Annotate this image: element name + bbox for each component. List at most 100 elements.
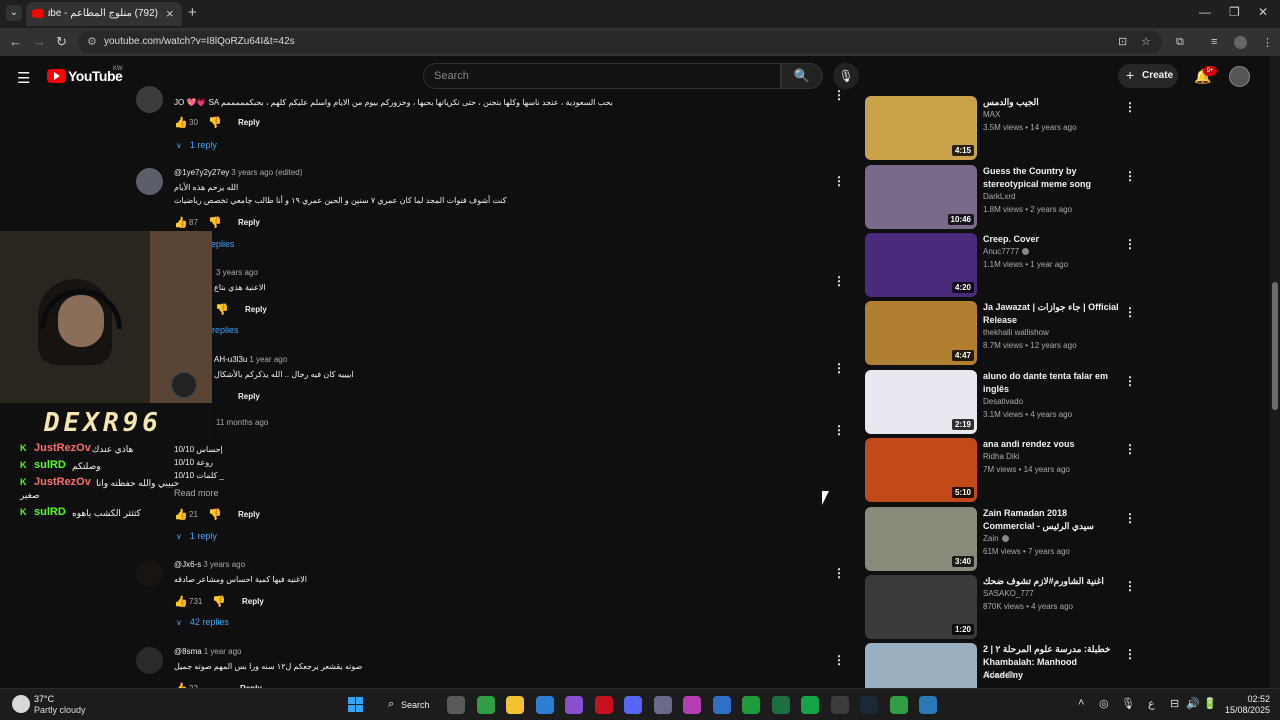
video-more-icon[interactable]: ⋮: [1124, 237, 1136, 251]
reply-button[interactable]: Reply: [238, 218, 260, 227]
recommended-video[interactable]: 5:10 ana andi rendez vous Ridha Diki 7M vie…: [865, 438, 1137, 502]
maximize-icon[interactable]: ❐: [1229, 5, 1240, 19]
video-thumbnail[interactable]: 3:40: [865, 507, 977, 571]
tray-mic-icon[interactable]: 🎙: [1121, 697, 1135, 710]
reply-button[interactable]: Reply: [245, 305, 267, 314]
recommended-video[interactable]: 1:20 اغنية الشاورم#لازم تشوف ضحك SASAKO_77…: [865, 575, 1137, 639]
comment-avatar[interactable]: [136, 168, 163, 195]
close-window-icon[interactable]: ✕: [1258, 5, 1268, 19]
video-more-icon[interactable]: ⋮: [1124, 647, 1136, 661]
video-title[interactable]: ana andi rendez vous: [983, 438, 1119, 451]
comment-time[interactable]: 3 years ago: [203, 560, 245, 569]
browser-tab[interactable]: (792) منلوج المطاعم - YouTube ×: [26, 2, 182, 26]
view-replies-button[interactable]: ∨ 42 replies: [176, 617, 229, 627]
channel-name[interactable]: Desativado: [983, 397, 1023, 406]
file-explorer-icon[interactable]: [506, 696, 524, 714]
comment-time[interactable]: 1 year ago: [204, 647, 242, 656]
video-title[interactable]: Ja Jawazat | جاء جوازات | Official Relea…: [983, 301, 1119, 327]
video-more-icon[interactable]: ⋮: [1124, 442, 1136, 456]
video-title[interactable]: Zain Ramadan 2018 Commercial - سيدي الرئ…: [983, 507, 1119, 533]
discord-icon[interactable]: [624, 696, 642, 714]
tab-search-icon[interactable]: ⌄: [6, 5, 22, 21]
channel-name[interactable]: Ridha Diki: [983, 452, 1019, 461]
comment-time[interactable]: 3 years ago: [216, 268, 258, 277]
chrome-icon[interactable]: [476, 696, 495, 714]
view-replies-button[interactable]: ∨ 1 reply: [176, 140, 217, 150]
video-title[interactable]: aluno do dante tenta falar em inglês: [983, 370, 1119, 396]
like-icon[interactable]: 👍: [174, 595, 188, 608]
dislike-icon[interactable]: 👎: [208, 116, 222, 129]
video-more-icon[interactable]: ⋮: [1124, 374, 1136, 388]
terminal-icon[interactable]: [919, 696, 937, 714]
view-replies-button[interactable]: replies: [212, 325, 239, 335]
channel-name[interactable]: DarkLxrd: [983, 192, 1015, 201]
new-tab-icon[interactable]: +: [188, 4, 197, 21]
reply-button[interactable]: Reply: [238, 392, 260, 401]
clock-time[interactable]: 02:52: [1220, 694, 1270, 704]
recommended-video[interactable]: 4:47 Ja Jawazat | جاء جوازات | Official R…: [865, 301, 1137, 365]
video-more-icon[interactable]: ⋮: [1124, 305, 1136, 319]
account-avatar[interactable]: [1229, 66, 1250, 87]
site-info-icon[interactable]: ⚙: [87, 35, 97, 48]
media-icon[interactable]: ≡: [1211, 36, 1217, 48]
back-icon[interactable]: ←: [9, 34, 22, 49]
comment-author[interactable]: @Jx6-s: [174, 560, 201, 569]
green-app-icon[interactable]: [801, 696, 819, 714]
comment-more-icon[interactable]: ⋮: [833, 174, 845, 188]
browser-menu-icon[interactable]: ⋮: [1262, 36, 1273, 49]
excel-icon[interactable]: [771, 696, 790, 714]
create-button[interactable]: + Create: [1118, 64, 1178, 88]
store-icon[interactable]: [535, 696, 554, 714]
edge-app-icon[interactable]: [712, 696, 731, 714]
recommended-video[interactable]: 3:40 Zain Ramadan 2018 Commercial - سيدي …: [865, 507, 1137, 571]
dislike-icon[interactable]: 👎: [208, 216, 222, 229]
like-icon[interactable]: 👍: [174, 216, 188, 229]
video-title[interactable]: اغنية الشاورم#لازم تشوف ضحك: [983, 575, 1119, 588]
search-input[interactable]: Search: [423, 63, 781, 89]
search-button[interactable]: 🔍: [781, 63, 823, 89]
extensions-icon[interactable]: ⧉: [1176, 36, 1184, 49]
clock-date[interactable]: 15/08/2025: [1220, 705, 1270, 715]
weather-description[interactable]: Partly cloudy: [34, 705, 86, 715]
video-thumbnail[interactable]: 4:15: [865, 96, 977, 160]
windows-start-icon[interactable]: [348, 697, 363, 712]
battery-icon[interactable]: 🔋: [1203, 697, 1217, 710]
obs-icon[interactable]: [830, 696, 849, 714]
video-more-icon[interactable]: ⋮: [1124, 100, 1136, 114]
comment-more-icon[interactable]: ⋮: [833, 423, 845, 437]
video-thumbnail[interactable]: 2:19: [865, 370, 977, 434]
video-thumbnail[interactable]: 5:10: [865, 438, 977, 502]
comment-avatar[interactable]: [136, 86, 163, 113]
video-thumbnail[interactable]: 4:47: [865, 301, 977, 365]
video-more-icon[interactable]: ⋮: [1124, 579, 1136, 593]
install-app-icon[interactable]: ⊡: [1118, 35, 1127, 48]
dislike-icon[interactable]: 👎: [208, 508, 222, 521]
recommended-video[interactable]: 4:15 الجيب والدمس MAX 3.5M views • 14 years…: [865, 96, 1137, 160]
chrome-alt-icon[interactable]: [889, 696, 908, 714]
keyboard-language-icon[interactable]: ع: [1148, 697, 1155, 710]
network-icon[interactable]: ⊟: [1170, 697, 1179, 710]
youtube-logo-icon[interactable]: [47, 69, 66, 83]
scrollbar-thumb[interactable]: [1272, 282, 1278, 410]
voice-search-icon[interactable]: 🎙: [833, 63, 859, 89]
comment-more-icon[interactable]: ⋮: [833, 653, 845, 667]
tray-app-icon[interactable]: ◎: [1099, 697, 1109, 710]
reply-button[interactable]: Reply: [238, 118, 260, 127]
read-more-link[interactable]: Read more: [174, 488, 219, 498]
comment-time[interactable]: 11 months ago: [216, 418, 268, 427]
channel-name[interactable]: MAX: [983, 110, 1000, 119]
taskbar-search-button[interactable]: ⌕ Search: [378, 695, 440, 715]
channel-name[interactable]: SASAKO_777: [983, 589, 1034, 598]
channel-name[interactable]: thekhalli wallishow: [983, 328, 1049, 337]
comment-more-icon[interactable]: ⋮: [833, 361, 845, 375]
hamburger-menu-icon[interactable]: ☰: [17, 69, 30, 87]
tab-close-icon[interactable]: ×: [166, 6, 174, 21]
tray-overflow-icon[interactable]: ˄: [1078, 697, 1084, 709]
like-icon[interactable]: 👍: [174, 116, 188, 129]
view-replies-button[interactable]: ∨ 1 reply: [176, 531, 217, 541]
forward-icon[interactable]: →: [33, 34, 46, 49]
comment-more-icon[interactable]: ⋮: [833, 274, 845, 288]
comment-avatar[interactable]: [136, 560, 163, 587]
recommended-video[interactable]: 2:19 aluno do dante tenta falar em inglês…: [865, 370, 1137, 434]
like-icon[interactable]: 👍: [174, 508, 188, 521]
